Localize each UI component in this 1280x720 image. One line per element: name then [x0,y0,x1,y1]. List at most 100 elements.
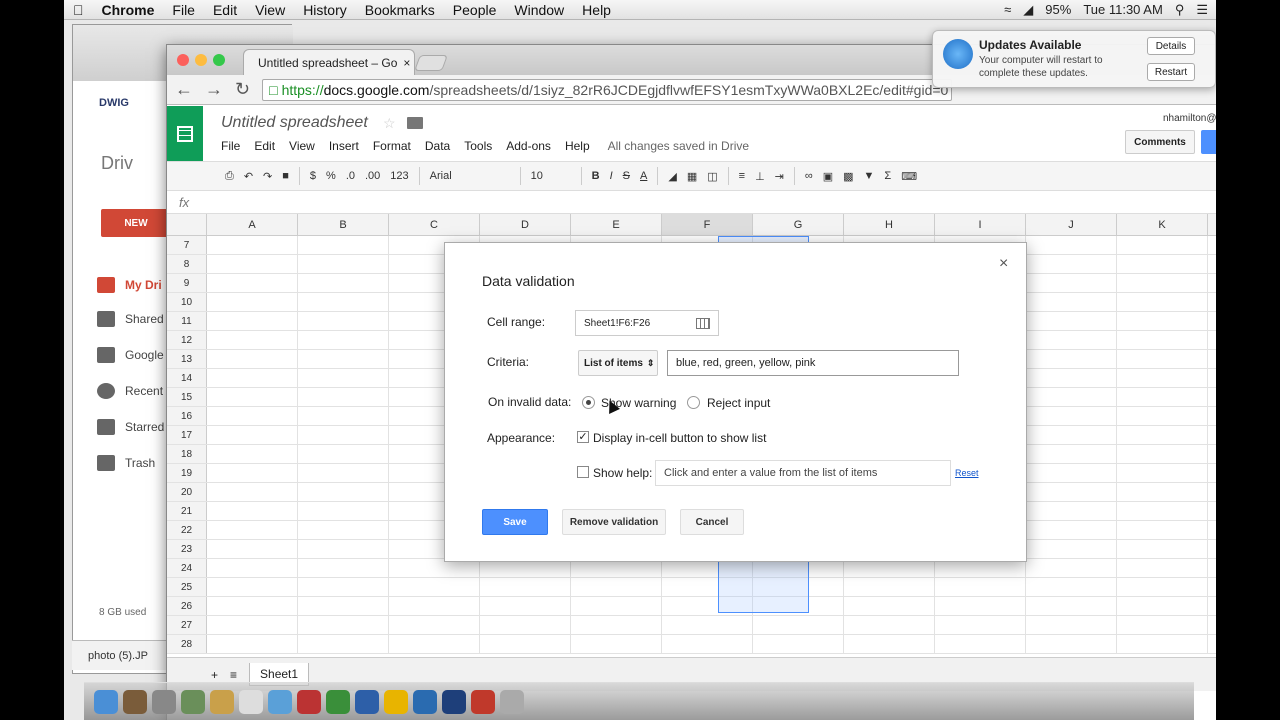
formula-bar[interactable]: fx [167,192,1216,214]
grid-cell[interactable] [207,312,298,330]
grid-cell[interactable] [1026,540,1117,558]
photo-app-icon[interactable] [123,689,147,714]
comments-button[interactable]: Comments [1125,130,1195,154]
grid-cell[interactable] [389,616,480,634]
grid-cell[interactable] [1026,464,1117,482]
grid-cell[interactable] [1117,635,1208,653]
grid-cell[interactable] [298,483,389,501]
share-button[interactable] [1201,130,1216,154]
bold-button[interactable]: B [592,170,600,182]
grid-cell[interactable] [662,635,753,653]
row-header[interactable]: 17 [167,426,207,444]
grid-cell[interactable] [1026,426,1117,444]
excel-icon[interactable] [326,689,350,714]
grid-cell[interactable] [1117,407,1208,425]
grid-cell[interactable] [207,255,298,273]
grid-cell[interactable] [753,635,844,653]
filter-icon[interactable]: ▼ [864,170,875,182]
grid-cell[interactable] [207,426,298,444]
grid-cell[interactable] [207,236,298,254]
spotlight-icon[interactable]: ⚲ [1175,2,1185,18]
keyboard-icon[interactable]: ⌨ [901,170,917,183]
grid-cell[interactable] [1117,445,1208,463]
menu-history[interactable]: History [294,2,356,18]
grid-cell[interactable] [298,616,389,634]
grid-cell[interactable] [207,274,298,292]
grid-cell[interactable] [1117,483,1208,501]
paint-format-icon[interactable]: ■ [282,170,289,182]
grid-cell[interactable] [207,559,298,577]
grid-cell[interactable] [298,255,389,273]
row-header[interactable]: 13 [167,350,207,368]
menu-bookmarks[interactable]: Bookmarks [356,2,444,18]
sidebar-item-my-drive[interactable]: My Dri [97,277,162,293]
trash-icon[interactable] [500,689,524,714]
row-header[interactable]: 18 [167,445,207,463]
strikethrough-button[interactable]: S [623,170,630,182]
user-email[interactable]: nhamilton@ [1163,113,1216,124]
print-icon[interactable]: ⎙ [225,170,234,183]
close-window-button[interactable] [177,54,189,66]
grid-cell[interactable] [207,483,298,501]
sheets-menu-edit[interactable]: Edit [254,139,275,153]
currency-format-button[interactable]: $ [310,170,316,182]
safari-icon[interactable] [413,689,437,714]
insert-chart-icon[interactable]: ▩ [843,170,853,183]
grid-cell[interactable] [1026,483,1117,501]
grid-cell[interactable] [207,445,298,463]
grid-cell[interactable] [1117,540,1208,558]
italic-button[interactable]: I [610,170,613,182]
display-button-checkbox[interactable]: ✓ [577,431,589,443]
grid-cell[interactable] [207,464,298,482]
add-sheet-button[interactable]: + [211,668,218,682]
grid-cell[interactable] [1026,521,1117,539]
new-button[interactable]: NEW [101,209,171,237]
criteria-items-input[interactable]: blue, red, green, yellow, pink [667,350,959,376]
grid-cell[interactable] [298,540,389,558]
undo-icon[interactable]: ↶ [244,170,253,183]
menu-window[interactable]: Window [505,2,573,18]
column-header[interactable]: D [480,214,571,235]
text-color-icon[interactable]: A [640,170,647,182]
cancel-button[interactable]: Cancel [680,509,744,535]
grid-cell[interactable] [1026,407,1117,425]
grid-cell[interactable] [298,350,389,368]
calendar-icon[interactable] [239,689,263,714]
grid-cell[interactable] [207,616,298,634]
app-menu[interactable]: Chrome [93,2,164,18]
grid-cell[interactable] [298,312,389,330]
system-prefs-icon[interactable] [152,689,176,714]
contacts-icon[interactable] [210,689,234,714]
grid-cell[interactable] [1026,388,1117,406]
finder-icon[interactable] [94,689,118,714]
preview-icon[interactable] [181,689,205,714]
row-header[interactable]: 7 [167,236,207,254]
apple-icon[interactable]:  [64,2,93,18]
forward-arrow-icon[interactable]: → [205,79,223,100]
close-icon[interactable]: × [999,255,1008,273]
grid-cell[interactable] [1117,369,1208,387]
grid-cell[interactable] [298,293,389,311]
grid-cell[interactable] [1026,635,1117,653]
row-header[interactable]: 26 [167,597,207,615]
grid-cell[interactable] [935,616,1026,634]
all-sheets-button[interactable]: ≡ [230,668,237,682]
grid-cell[interactable] [298,445,389,463]
sidebar-item-shared[interactable]: Shared [97,311,164,327]
grid-cell[interactable] [1026,350,1117,368]
grid-cell[interactable] [1117,426,1208,444]
grid-cell[interactable] [1117,464,1208,482]
grid-cell[interactable] [571,578,662,596]
column-header[interactable]: G [753,214,844,235]
grid-cell[interactable] [389,635,480,653]
grid-cell[interactable] [1026,597,1117,615]
sheets-menu-help[interactable]: Help [565,139,590,153]
percent-format-button[interactable]: % [326,170,336,182]
grid-cell[interactable] [298,369,389,387]
grid-cell[interactable] [207,369,298,387]
decrease-decimal-button[interactable]: .0 [346,170,355,182]
grid-cell[interactable] [1026,331,1117,349]
grid-cell[interactable] [1026,255,1117,273]
column-header[interactable]: I [935,214,1026,235]
acrobat-icon[interactable] [471,689,495,714]
